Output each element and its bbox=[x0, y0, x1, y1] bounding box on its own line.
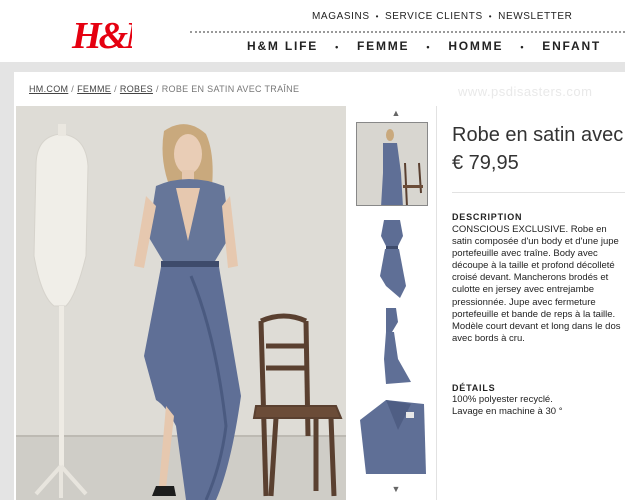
breadcrumb-current: ROBE EN SATIN AVEC TRAÎNE bbox=[161, 84, 300, 94]
scroll-up-arrow-icon[interactable]: ▲ bbox=[354, 108, 438, 118]
product-page: HM.COM / FEMME / ROBES / ROBE EN SATIN AVEC TR… bbox=[14, 72, 625, 500]
description-heading: DESCRIPTION bbox=[452, 212, 523, 222]
watermark: www.psdisasters.com bbox=[458, 84, 593, 99]
nav-separator: • bbox=[335, 42, 341, 52]
nav-separator: • bbox=[375, 12, 379, 21]
thumbnail-image bbox=[356, 216, 428, 300]
svg-text:H&M: H&M bbox=[71, 15, 132, 56]
product-price: € 79,95 bbox=[452, 152, 519, 174]
breadcrumb-femme[interactable]: FEMME bbox=[77, 84, 111, 94]
nav-item-homme[interactable]: HOMME bbox=[448, 39, 503, 53]
nav-separator: • bbox=[488, 12, 493, 21]
thumbnail-image bbox=[357, 123, 427, 205]
product-title: Robe en satin avec traîne bbox=[452, 124, 625, 146]
breadcrumb-hm-com[interactable]: HM.COM bbox=[29, 84, 68, 94]
product-description: CONSCIOUS EXCLUSIVE. Robe en satin compo… bbox=[452, 224, 621, 344]
nav-item-enfant[interactable]: ENFANT bbox=[542, 39, 601, 53]
thumbnail-dress-closeup[interactable] bbox=[356, 390, 428, 474]
breadcrumb-robes[interactable]: ROBES bbox=[120, 84, 153, 94]
thumbnail-dress-side[interactable] bbox=[356, 304, 428, 388]
thumbnail-model-full[interactable] bbox=[356, 122, 428, 206]
breadcrumb-separator: / bbox=[114, 84, 117, 94]
main-nav: H&M LIFE • FEMME • HOMME • ENFANT bbox=[247, 39, 601, 53]
header-divider bbox=[190, 31, 625, 33]
header-gap bbox=[0, 62, 625, 72]
thumbnail-gallery: ▲ ▼ bbox=[354, 106, 438, 500]
nav-separator: • bbox=[426, 42, 432, 52]
nav-item-hm-life[interactable]: H&M LIFE bbox=[247, 39, 318, 53]
utility-nav: MAGASINS • SERVICE CLIENTS • NEWSLETTER bbox=[312, 11, 572, 22]
detail-line: Lavage en machine à 30 ° bbox=[452, 406, 563, 418]
nav-link-newsletter[interactable]: NEWSLETTER bbox=[498, 11, 572, 22]
nav-link-service-clients[interactable]: SERVICE CLIENTS bbox=[385, 11, 483, 22]
nav-separator: • bbox=[520, 42, 526, 52]
nav-item-femme[interactable]: FEMME bbox=[357, 39, 409, 53]
breadcrumb-separator: / bbox=[71, 84, 75, 94]
thumbnail-dress-front[interactable] bbox=[356, 216, 428, 300]
detail-line: 100% polyester recyclé. bbox=[452, 394, 553, 405]
product-details: 100% polyester recyclé. Lavage en machin… bbox=[452, 394, 622, 418]
nav-link-magasins[interactable]: MAGASINS bbox=[312, 11, 370, 22]
column-divider bbox=[436, 106, 437, 500]
info-divider bbox=[452, 192, 625, 193]
details-heading: DÉTAILS bbox=[452, 383, 496, 393]
breadcrumb-separator: / bbox=[155, 84, 159, 94]
site-header: H&M MAGASINS•SERVICE CLIENTS•NEWSLETTER … bbox=[0, 0, 625, 62]
breadcrumb: HM.COM / FEMME / ROBES / ROBE EN SATIN AVEC TR… bbox=[29, 84, 299, 94]
main-product-image[interactable] bbox=[16, 106, 346, 500]
thumbnail-image bbox=[356, 304, 428, 388]
hm-logo[interactable]: H&M bbox=[70, 12, 132, 56]
scroll-down-arrow-icon[interactable]: ▼ bbox=[354, 484, 438, 494]
thumbnail-image bbox=[356, 390, 428, 474]
